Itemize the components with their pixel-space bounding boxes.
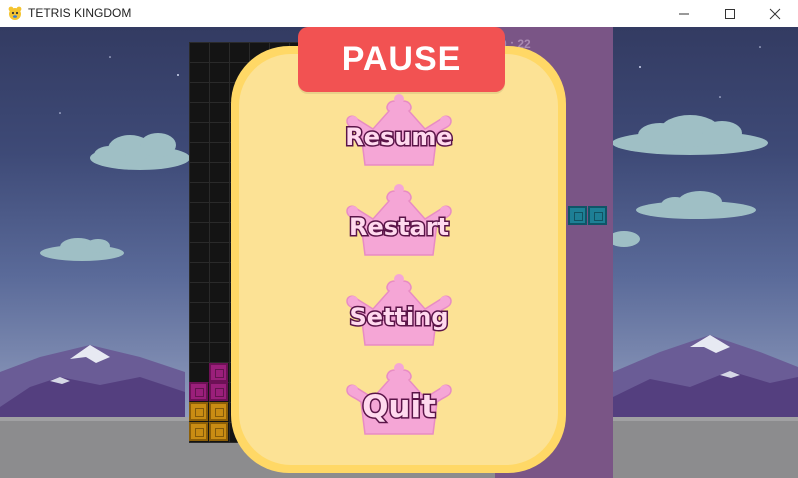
pause-banner: PAUSE <box>298 27 505 92</box>
pause-title: PAUSE <box>341 40 462 78</box>
minimize-button[interactable] <box>661 0 707 27</box>
tetris-block <box>588 206 607 225</box>
setting-label: Setting <box>348 302 450 333</box>
window-title: TETRIS KINGDOM <box>28 6 132 20</box>
tetris-block <box>189 382 208 401</box>
maximize-button[interactable] <box>707 0 753 27</box>
tetris-block <box>568 206 587 225</box>
tetris-block <box>189 402 208 421</box>
minimize-icon <box>679 13 689 14</box>
app-icon <box>8 6 22 20</box>
quit-label: Quit <box>361 388 438 427</box>
tetris-block <box>189 422 208 441</box>
close-button[interactable] <box>752 0 798 27</box>
restart-label: Restart <box>347 212 450 243</box>
restart-button[interactable]: Restart <box>343 183 455 263</box>
resume-label: Resume <box>344 122 454 153</box>
maximize-icon <box>725 8 735 19</box>
close-icon <box>769 8 781 19</box>
resume-button[interactable]: Resume <box>343 93 455 173</box>
title-bar: TETRIS KINGDOM <box>0 0 798 27</box>
tetris-block <box>209 422 228 441</box>
tetris-block <box>209 402 228 421</box>
tetris-block <box>209 363 228 382</box>
quit-button[interactable]: Quit <box>343 362 455 442</box>
setting-button[interactable]: Setting <box>343 273 455 353</box>
tetris-block <box>209 382 228 401</box>
